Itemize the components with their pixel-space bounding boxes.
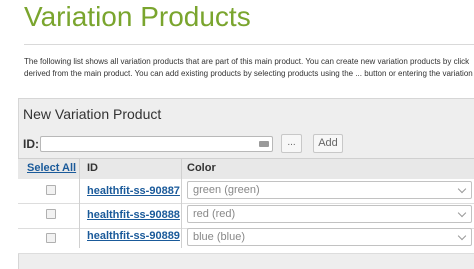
keypad-icon[interactable] [259,141,269,147]
description-line-1: The following list shows all variation p… [24,57,470,66]
color-select[interactable]: blue (blue) [187,228,472,246]
color-select[interactable]: green (green) [187,181,472,199]
column-separator [79,158,80,248]
variation-id-link[interactable]: healthfit-ss-90888 [87,209,180,221]
title-divider [24,44,474,45]
color-select-value: green (green) [193,184,260,196]
color-column-header: Color [187,162,216,174]
chevron-down-icon [457,231,467,241]
page-description: The following list shows all variation p… [24,56,474,80]
add-button[interactable]: Add [313,134,343,153]
description-line-2: derived from the main product. You can a… [24,69,473,78]
row-checkbox[interactable] [46,185,56,195]
color-select-value: red (red) [193,208,236,220]
new-variation-heading: New Variation Product [23,106,162,122]
color-select-value: blue (blue) [193,231,245,243]
select-all-link[interactable]: Select All [27,162,76,174]
chevron-down-icon [457,184,467,194]
row-checkbox[interactable] [46,233,56,243]
chevron-down-icon [457,208,467,218]
page-title: Variation Products [24,1,251,32]
id-column-header: ID [87,162,98,174]
variation-id-link[interactable]: healthfit-ss-90889 [87,230,180,242]
browse-button[interactable]: ... [281,134,302,153]
variation-id-link[interactable]: healthfit-ss-90887 [87,185,180,197]
id-input[interactable] [40,136,273,152]
column-separator [181,158,182,248]
id-label: ID: [23,137,39,151]
color-select[interactable]: red (red) [187,205,472,223]
row-checkbox[interactable] [46,209,56,219]
